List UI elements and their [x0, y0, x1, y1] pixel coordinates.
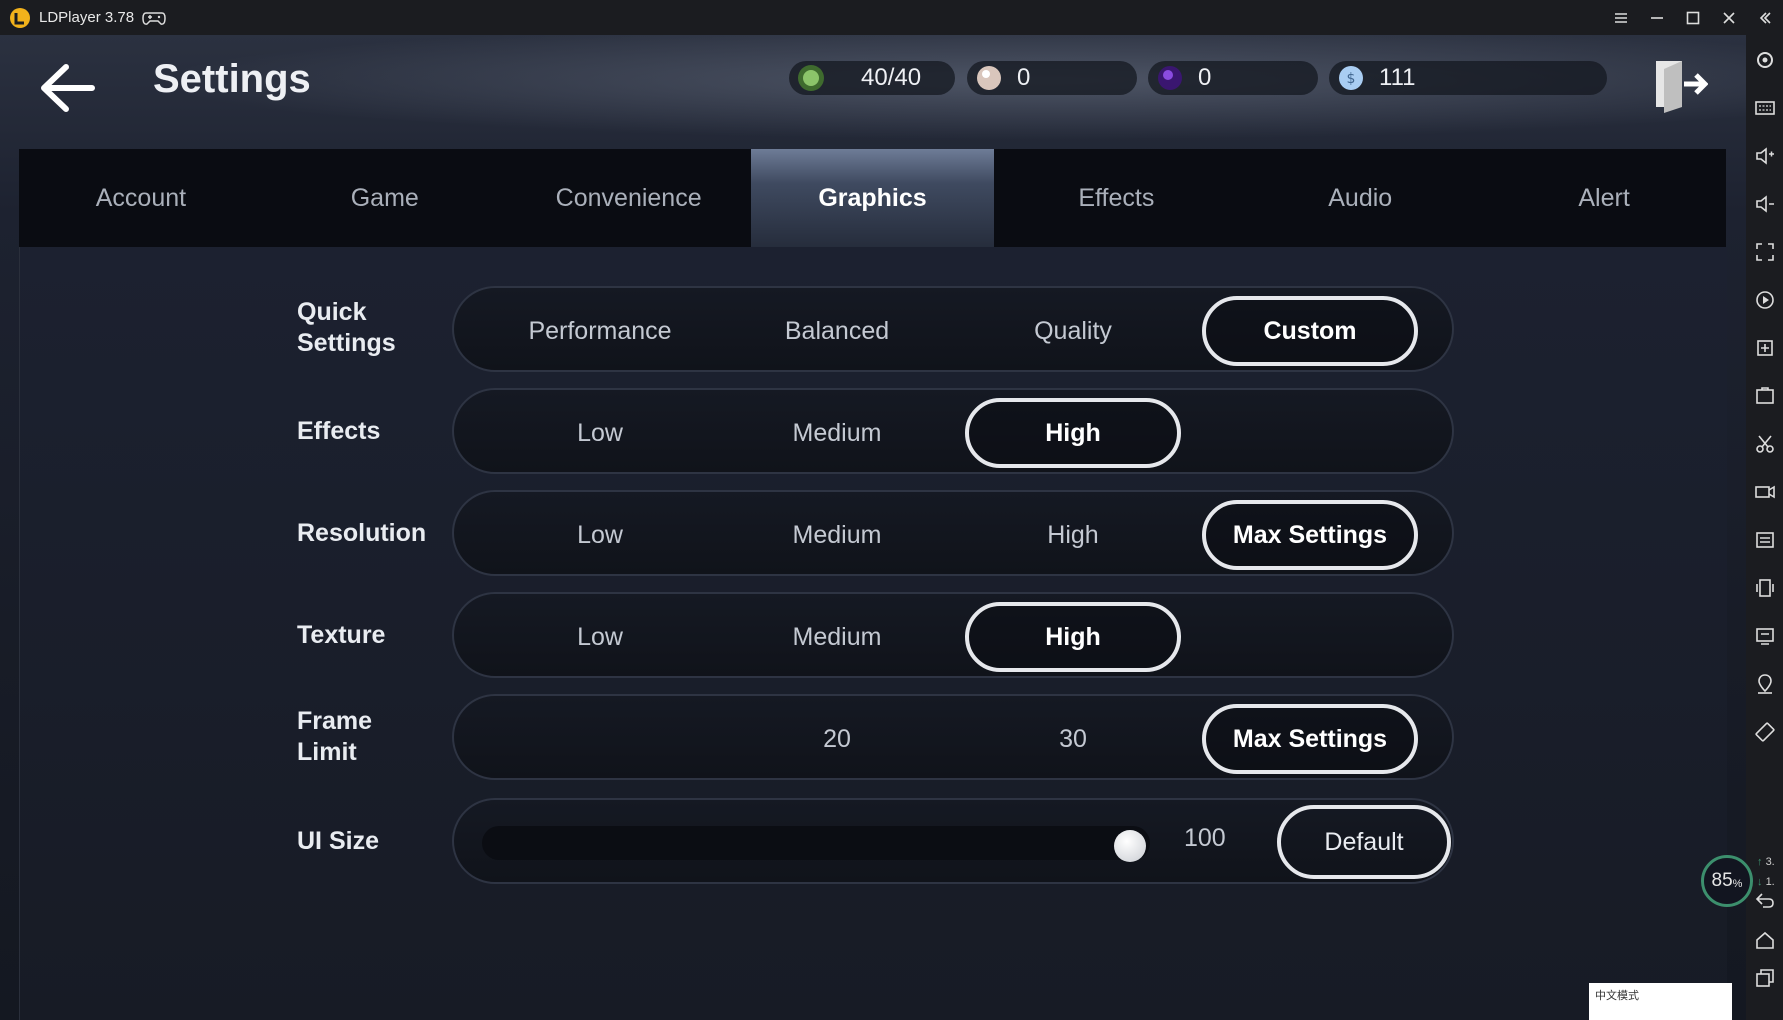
frame-limit-label: Frame Limit: [297, 706, 372, 768]
net-download-speed: ↓ 1.: [1757, 876, 1775, 888]
purple-gem-value: 0: [1198, 64, 1212, 91]
purple-gem-counter: 0: [1148, 61, 1318, 95]
perf-percent: 85: [1711, 870, 1733, 891]
tab-graphics[interactable]: Graphics: [750, 149, 995, 247]
minimize-icon[interactable]: [1639, 0, 1675, 35]
pearl-value: 0: [1017, 64, 1031, 91]
operation-record-icon[interactable]: [1754, 289, 1776, 311]
quick-settings-label-line1: Quick: [297, 298, 367, 326]
purple-gem-icon: [1158, 66, 1182, 90]
settings-gear-icon[interactable]: [1754, 49, 1776, 71]
keyboard-icon[interactable]: [1754, 97, 1776, 119]
menu-icon[interactable]: [1603, 0, 1639, 35]
ui-size-label: UI Size: [297, 827, 379, 855]
scissors-icon[interactable]: [1754, 433, 1776, 455]
tab-convenience[interactable]: Convenience: [507, 149, 751, 247]
quick-option-custom[interactable]: Custom: [1202, 296, 1418, 366]
share-screen-icon[interactable]: [1754, 625, 1776, 647]
quick-option-quality[interactable]: Quality: [965, 296, 1181, 366]
tab-game[interactable]: Game: [263, 149, 507, 247]
effects-label: Effects: [297, 417, 381, 445]
resolution-option-high[interactable]: High: [965, 500, 1181, 570]
page-title: Settings: [153, 57, 311, 101]
quick-settings-selector: Performance Balanced Quality Custom: [452, 286, 1454, 372]
ui-size-value: 100: [1184, 824, 1226, 852]
rotate-screen-icon[interactable]: [1754, 721, 1776, 743]
effects-selector: Low Medium High: [452, 388, 1454, 474]
frame-limit-selector: 20 30 Max Settings: [452, 694, 1454, 780]
effects-option-medium[interactable]: Medium: [729, 398, 945, 468]
net-upload-speed: ↑ 3.: [1757, 856, 1775, 868]
location-icon[interactable]: [1754, 673, 1776, 695]
net-download-value: 1.: [1765, 876, 1775, 888]
frame-limit-label-line2: Limit: [297, 738, 357, 766]
ui-size-slider-track[interactable]: [482, 826, 1150, 860]
pearl-counter: 0: [967, 61, 1137, 95]
shake-icon[interactable]: [1754, 577, 1776, 599]
game-viewport: Settings 40/40 0 0 $ 111 Account Game Co…: [0, 35, 1746, 1020]
ui-size-default-button[interactable]: Default: [1277, 805, 1451, 879]
back-arrow-icon[interactable]: [36, 59, 98, 117]
texture-label: Texture: [297, 621, 386, 649]
window-title: LDPlayer 3.78: [39, 9, 135, 26]
frame-option-20[interactable]: 20: [729, 704, 945, 774]
apk-install-icon[interactable]: [1754, 385, 1776, 407]
volume-down-icon[interactable]: [1754, 193, 1776, 215]
effects-option-high[interactable]: High: [965, 398, 1181, 468]
upload-arrow-icon: ↑: [1757, 856, 1763, 868]
ui-size-control: 100 Default: [452, 798, 1454, 884]
svg-text:$: $: [1347, 71, 1356, 87]
ime-mode-indicator: 中文模式: [1589, 983, 1732, 1020]
fullscreen-icon[interactable]: [1754, 241, 1776, 263]
net-upload-value: 3.: [1765, 856, 1775, 868]
add-instance-icon[interactable]: [1754, 337, 1776, 359]
resolution-option-max-settings[interactable]: Max Settings: [1202, 500, 1418, 570]
collapse-sidebar-icon[interactable]: [1747, 0, 1783, 35]
silver-coin-icon: $: [1339, 66, 1363, 90]
stamina-counter: 40/40: [789, 61, 955, 95]
tab-alert[interactable]: Alert: [1482, 149, 1726, 247]
quick-settings-label-line2: Settings: [297, 329, 396, 357]
tab-account[interactable]: Account: [19, 149, 263, 247]
performance-monitor[interactable]: 85%: [1701, 855, 1753, 907]
quick-option-balanced[interactable]: Balanced: [729, 296, 945, 366]
gamepad-icon[interactable]: [142, 9, 166, 27]
pearl-icon: [977, 66, 1001, 90]
back-nav-icon[interactable]: [1754, 889, 1776, 911]
volume-up-icon[interactable]: [1754, 145, 1776, 167]
ldplayer-logo-icon: [10, 7, 30, 28]
resolution-selector: Low Medium High Max Settings: [452, 490, 1454, 576]
texture-option-low[interactable]: Low: [492, 602, 708, 672]
stamina-icon: [798, 65, 824, 91]
resolution-option-low[interactable]: Low: [492, 500, 708, 570]
sync-icon[interactable]: [1754, 529, 1776, 551]
tab-effects[interactable]: Effects: [994, 149, 1238, 247]
resolution-option-medium[interactable]: Medium: [729, 500, 945, 570]
frame-option-max-settings[interactable]: Max Settings: [1202, 704, 1418, 774]
texture-selector: Low Medium High: [452, 592, 1454, 678]
quick-option-performance[interactable]: Performance: [492, 296, 708, 366]
tab-audio[interactable]: Audio: [1238, 149, 1482, 247]
emulator-title-bar: LDPlayer 3.78: [0, 0, 1783, 35]
quick-settings-label: Quick Settings: [297, 297, 396, 359]
download-arrow-icon: ↓: [1757, 876, 1763, 888]
stamina-value: 40/40: [861, 64, 922, 91]
exit-door-icon[interactable]: [1650, 55, 1708, 113]
effects-option-low[interactable]: Low: [492, 398, 708, 468]
video-record-icon[interactable]: [1754, 481, 1776, 503]
frame-limit-label-line1: Frame: [297, 707, 373, 735]
recent-apps-icon[interactable]: [1754, 967, 1776, 989]
texture-option-high[interactable]: High: [965, 602, 1181, 672]
resolution-label: Resolution: [297, 519, 427, 547]
texture-option-medium[interactable]: Medium: [729, 602, 945, 672]
maximize-icon[interactable]: [1675, 0, 1711, 35]
silver-coin-value: 111: [1379, 64, 1416, 91]
settings-tabs: Account Game Convenience Graphics Effect…: [19, 149, 1726, 247]
perf-unit: %: [1732, 878, 1743, 890]
ui-size-slider-thumb[interactable]: [1114, 830, 1146, 862]
silver-coin-counter: $ 111: [1329, 61, 1607, 95]
close-icon[interactable]: [1711, 0, 1747, 35]
frame-option-30[interactable]: 30: [965, 704, 1181, 774]
home-nav-icon[interactable]: [1754, 929, 1776, 951]
